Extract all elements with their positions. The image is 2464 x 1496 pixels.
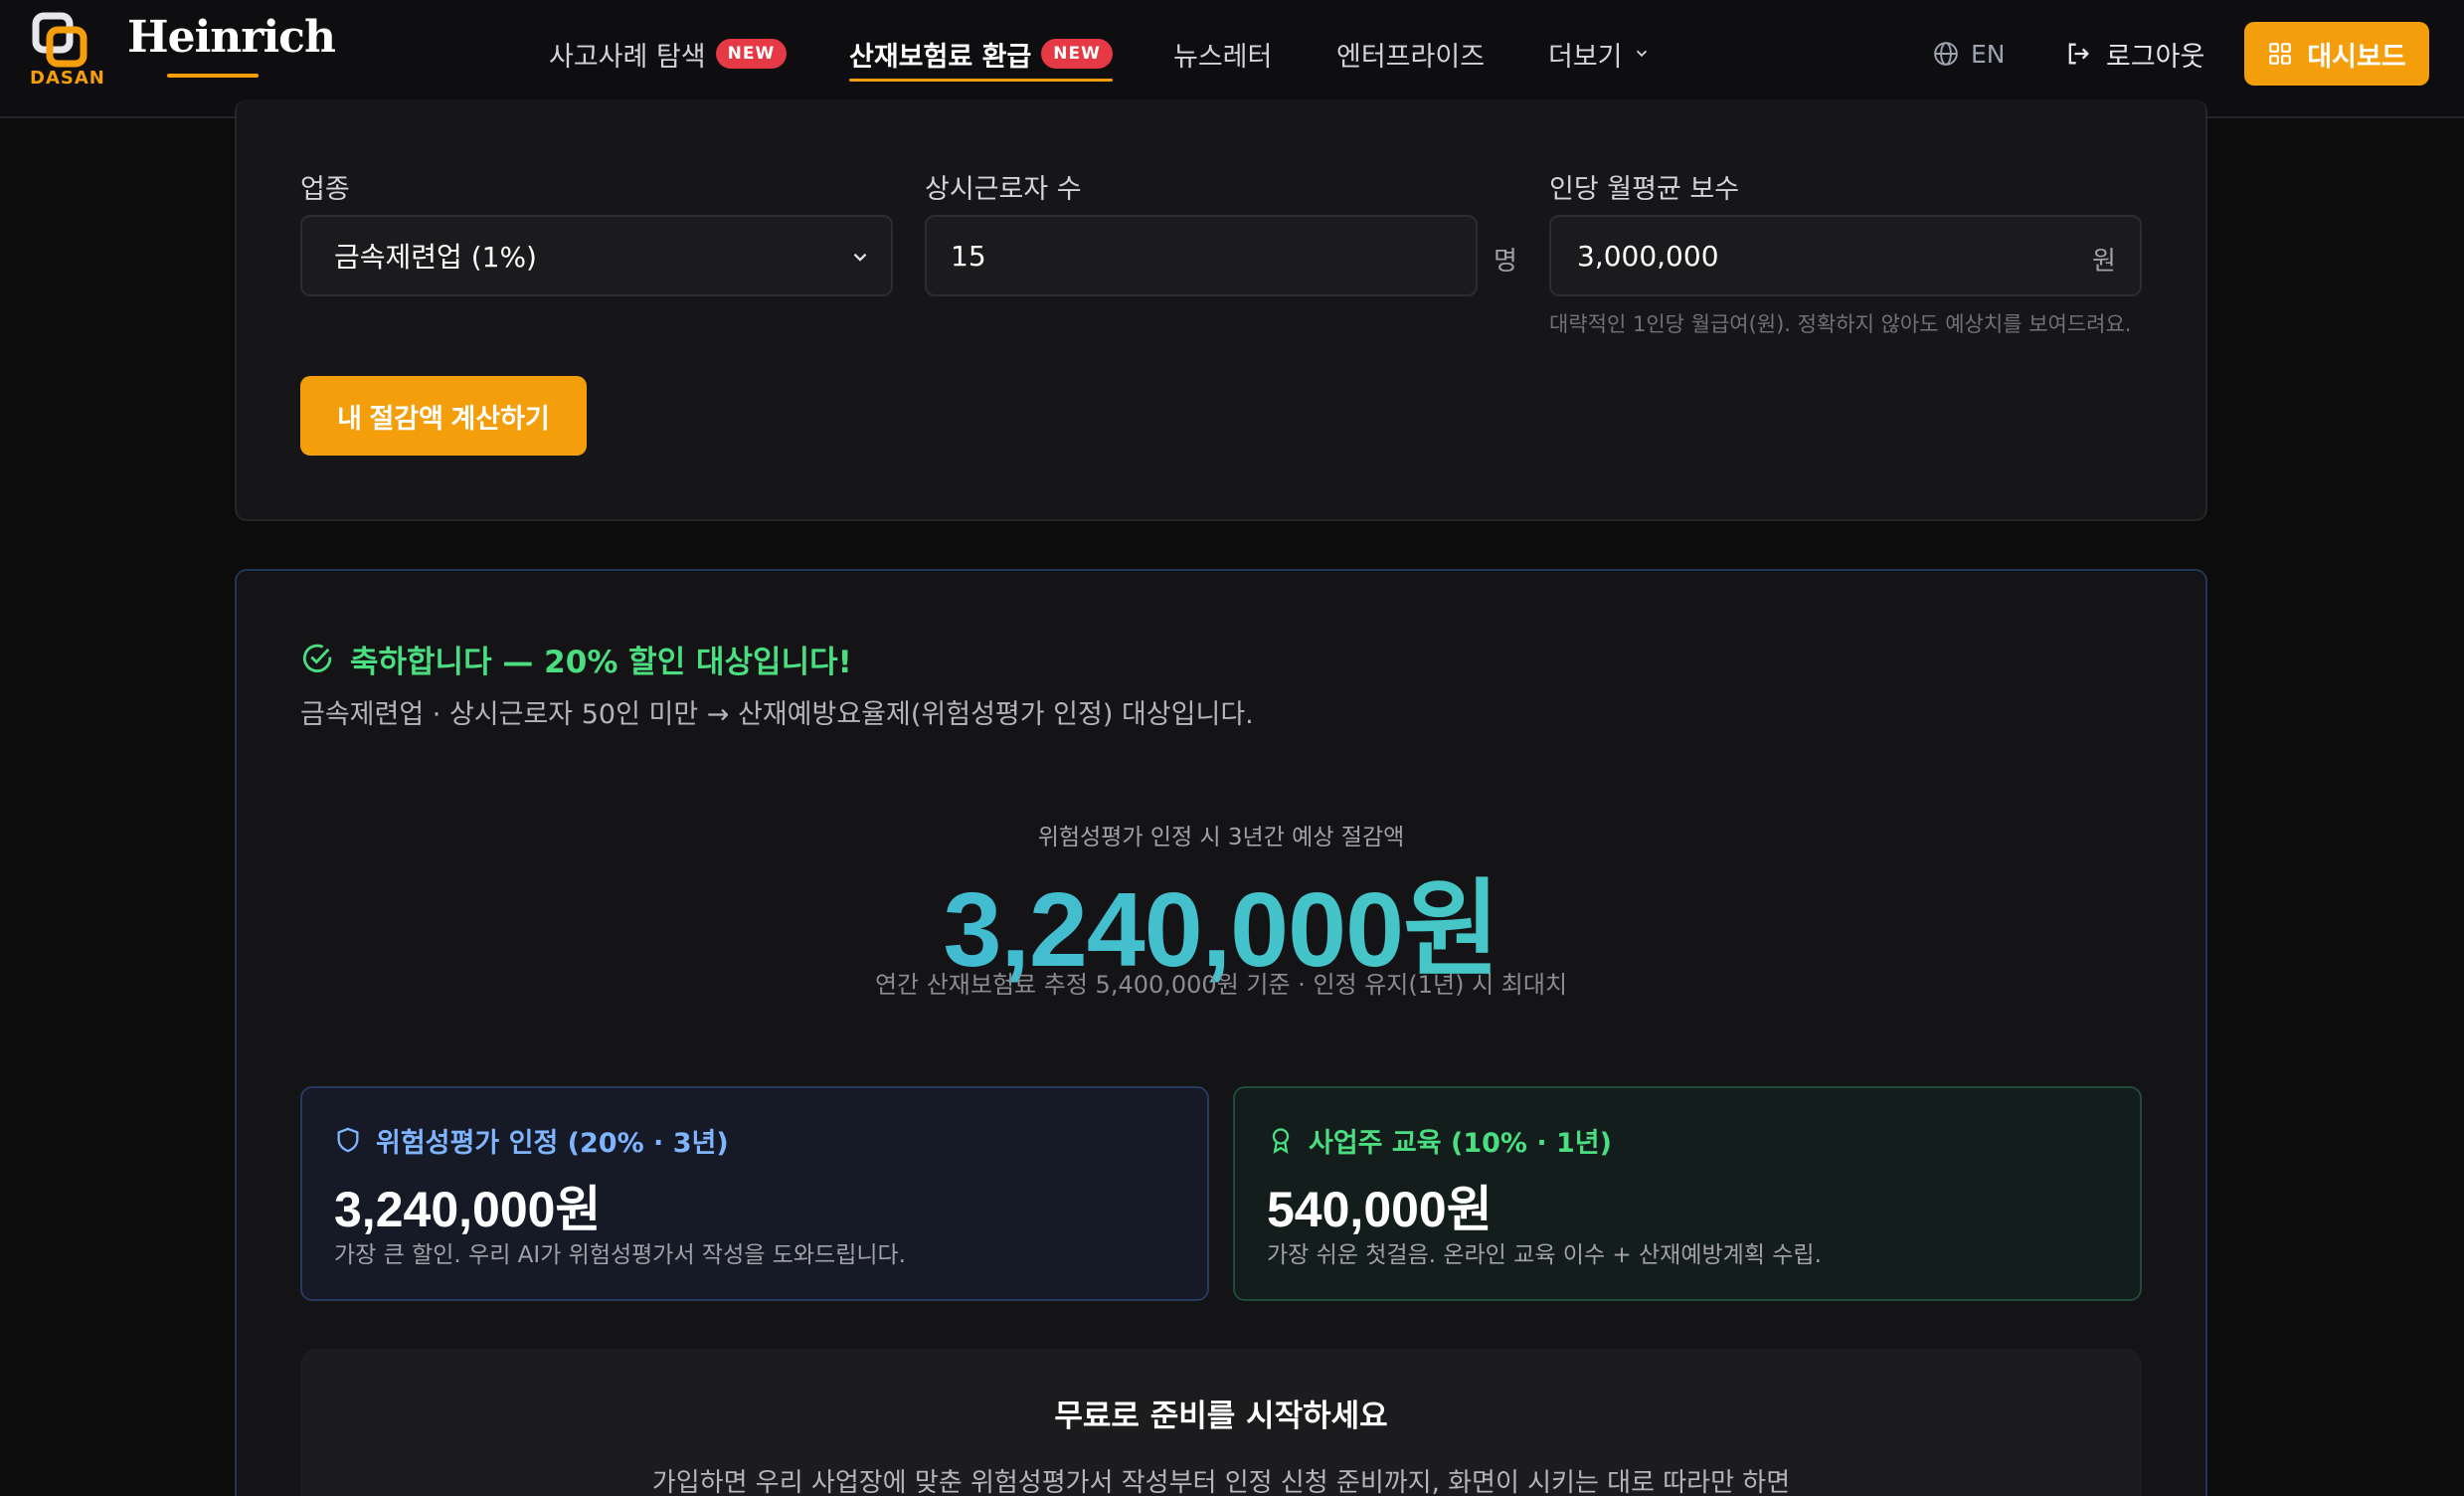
workers-value: 15 [951,239,986,273]
cta-description: 가입하면 우리 사업장에 맞춘 위험성평가서 작성부터 인정 신청 준비까지, … [651,1468,1791,1496]
industry-selected-value: 금속제련업 (1%) [334,241,537,274]
salary-unit: 원 [2092,247,2116,277]
industry-label: 업종 [300,174,350,205]
eligibility-description: 금속제련업 · 상시근로자 50인 미만 → 산재예방요율제(위험성평가 인정)… [300,699,1254,730]
salary-input[interactable]: 3,000,000 [1549,215,2142,296]
new-badge: NEW [1041,39,1113,69]
risk-assessment-title-text: 위험성평가 인정 (20% · 3년) [376,1127,729,1159]
shield-icon [337,1127,359,1153]
nav-insurance-refund[interactable]: 산재보험료 환급 NEW [849,32,1113,82]
chevron-down-icon [1636,50,1647,58]
salary-label: 인당 월평균 보수 [1549,174,1740,205]
brand-underline [167,74,259,78]
nav-accident-cases[interactable]: 사고사례 탐색 NEW [549,32,788,76]
workers-unit: 명 [1494,247,1517,277]
salary-value: 3,000,000 [1577,239,1719,273]
logo-text: DASAN [30,68,105,89]
nav-more-label: 더보기 [1548,41,1623,73]
dasan-logo-icon[interactable] [32,12,88,68]
employer-education-desc: 가장 쉬운 첫걸음. 온라인 교육 이수 + 산재예방계획 수립. [1267,1242,1822,1268]
logout-label: 로그아웃 [2106,41,2205,73]
nav-more[interactable]: 더보기 [1548,32,1651,76]
brand-name[interactable]: Heinrich [127,12,336,63]
salary-hint: 대략적인 1인당 월급여(원). 정확하지 않아도 예상치를 보여드려요. [1549,312,2132,336]
cta-title: 무료로 준비를 시작하세요 [1054,1399,1388,1434]
industry-select[interactable]: 금속제련업 (1%) [300,215,893,296]
calculate-savings-button[interactable]: 내 절감액 계산하기 [300,376,587,456]
logout-button[interactable]: 로그아웃 [2064,32,2204,76]
risk-assessment-card: 위험성평가 인정 (20% · 3년) 3,240,000원 가장 큰 할인. … [300,1086,1209,1301]
nav-newsletter[interactable]: 뉴스레터 [1173,32,1272,76]
nav-insurance-refund-label: 산재보험료 환급 [849,41,1032,73]
language-label: EN [1971,39,2006,69]
dashboard-label: 대시보드 [2307,41,2406,72]
employer-education-title-text: 사업주 교육 (10% · 1년) [1309,1127,1612,1159]
logout-icon [2068,43,2089,65]
grid-icon [2269,43,2292,65]
workers-label: 상시근로자 수 [925,174,1082,205]
risk-assessment-amount: 3,240,000원 [334,1182,602,1237]
risk-assessment-desc: 가장 큰 할인. 우리 AI가 위험성평가서 작성을 도와드립니다. [334,1242,906,1268]
globe-icon [1934,42,1958,66]
award-icon [1272,1128,1290,1154]
employer-education-amount: 540,000원 [1267,1182,1493,1237]
savings-note: 연간 산재보험료 추정 5,400,000원 기준 · 인정 유지(1년) 시 … [874,971,1568,999]
employer-education-title: 사업주 교육 (10% · 1년) [1267,1120,1612,1160]
check-circle-icon [302,644,332,672]
nav-accident-cases-label: 사고사례 탐색 [549,41,706,73]
congrats-heading: 축하합니다 — 20% 할인 대상입니다! [300,637,852,680]
chevron-down-icon [853,253,867,262]
employer-education-card: 사업주 교육 (10% · 1년) 540,000원 가장 쉬운 첫걸음. 온라… [1233,1086,2142,1301]
risk-assessment-title: 위험성평가 인정 (20% · 3년) [334,1120,729,1160]
new-badge: NEW [715,39,788,69]
dashboard-button[interactable]: 대시보드 [2244,22,2429,86]
congrats-text: 축하합니다 — 20% 할인 대상입니다! [350,644,852,680]
workers-input[interactable]: 15 [925,215,1478,296]
language-switch[interactable]: EN [1933,34,2006,74]
nav-enterprise[interactable]: 엔터프라이즈 [1336,32,1485,76]
